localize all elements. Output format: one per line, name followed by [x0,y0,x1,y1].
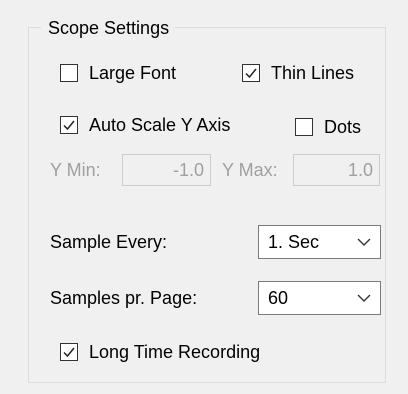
group-title: Scope Settings [41,17,176,39]
dots-label: Dots [324,117,362,137]
check-mark-icon [245,68,257,79]
auto-scale-label: Auto Scale Y Axis [89,115,231,135]
thin-lines-checkbox-box[interactable] [242,64,260,82]
large-font-label: Large Font [89,63,177,83]
sample-every-value: 1. Sec [268,232,320,252]
samples-per-page-select[interactable]: 60 [258,281,381,315]
dots-checkbox-box[interactable] [295,118,313,136]
long-time-recording-checkbox[interactable]: Long Time Recording [60,341,260,363]
chevron-down-icon [357,294,371,302]
samples-per-page-value: 60 [268,288,289,308]
long-time-label: Long Time Recording [89,342,261,362]
check-mark-icon [63,347,75,358]
thin-lines-checkbox[interactable]: Thin Lines [242,62,354,84]
thin-lines-label: Thin Lines [271,63,355,83]
chevron-down-icon [357,238,371,246]
dots-checkbox[interactable]: Dots [295,116,361,138]
samples-per-page-label: Samples pr. Page: [50,288,198,308]
large-font-checkbox[interactable]: Large Font [60,62,176,84]
check-mark-icon [63,120,75,131]
auto-scale-y-axis-checkbox[interactable]: Auto Scale Y Axis [60,114,230,136]
y-min-label: Y Min: [50,160,101,180]
sample-every-select[interactable]: 1. Sec [258,225,381,259]
large-font-checkbox-box[interactable] [60,64,78,82]
y-max-input[interactable]: 1.0 [293,154,380,186]
long-time-checkbox-box[interactable] [60,343,78,361]
y-min-input[interactable]: -1.0 [122,154,211,186]
auto-scale-checkbox-box[interactable] [60,116,78,134]
y-max-label: Y Max: [222,160,278,180]
sample-every-label: Sample Every: [50,232,168,252]
